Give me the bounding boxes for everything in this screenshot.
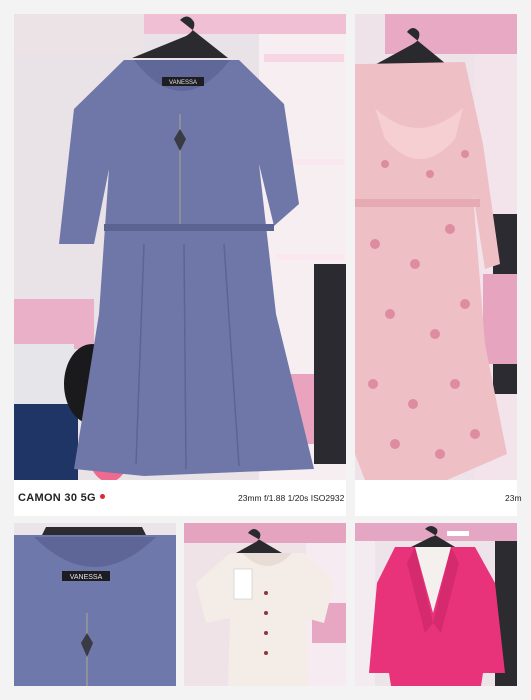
camera-dot-icon (99, 494, 105, 499)
camera-model: CAMON 30 5G (18, 492, 105, 504)
photo-pink-floral-dress[interactable] (355, 14, 517, 480)
exif-info: 23mm f/1.88 1/20s ISO2932 (238, 493, 345, 503)
photo-blue-dress-closeup[interactable]: VANESSA (14, 523, 176, 686)
closeup-brand-tag: VANESSA (70, 574, 103, 581)
exif-info-cut: 23m (505, 493, 522, 503)
camera-stamp-right (355, 480, 517, 516)
photo-pink-blazer[interactable] (355, 523, 517, 686)
photo-white-blouse[interactable] (184, 523, 346, 686)
dress-brand-tag: VANESSA (169, 80, 197, 86)
photo-blue-dress[interactable]: VANESSA (14, 14, 346, 480)
